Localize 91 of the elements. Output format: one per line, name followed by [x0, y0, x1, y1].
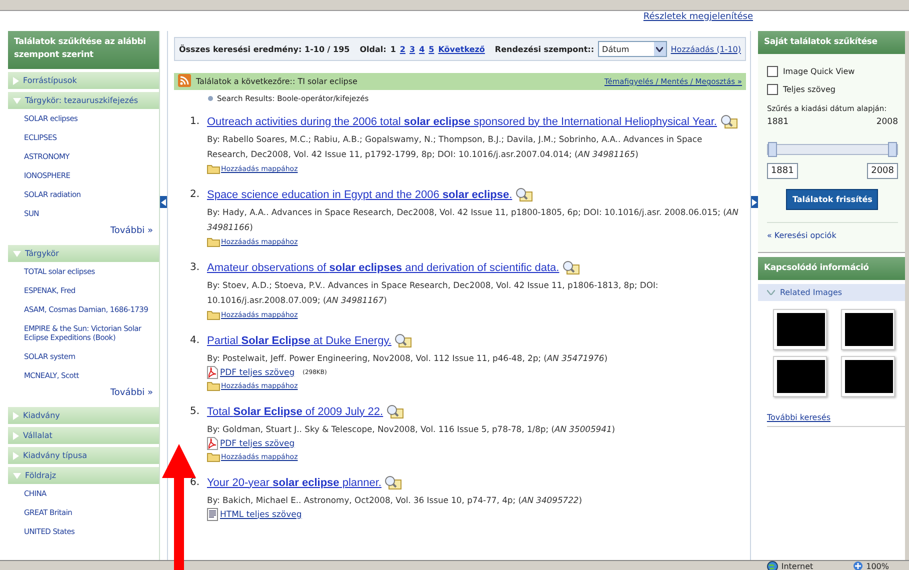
page-link[interactable]: 2 [400, 44, 406, 54]
range-min: 1881 [766, 117, 789, 127]
to-year-field[interactable]: 2008 [867, 163, 898, 179]
checkbox[interactable] [766, 66, 778, 76]
citation-text: By: Bakich, Michael E.. Astronomy, Oct2008, Vol. 36 Issue 10, p74-77, 4p; (AN 34095722) [206, 494, 584, 507]
expanded-arrow-icon [13, 250, 21, 256]
section-header[interactable]: Vállalat [8, 427, 160, 444]
page-link[interactable]: 4 [419, 44, 425, 54]
more-link[interactable]: További » [110, 226, 154, 236]
expanded-arrow-icon [13, 472, 21, 478]
citation-text: By: Goldman, Stuart J.. Sky & Telescope, Nov2008, Vol. 116 Issue 5, p78-78, 1/8p; (AN 35005941) [206, 423, 616, 436]
checkbox-label: Teljes szöveg [782, 84, 836, 94]
slider-handle[interactable] [768, 142, 777, 157]
citation-text: By: Postelwait, Jeff. Power Engineering, Nov2008, Vol. 112 Issue 11, p46-48, 2p; (AN 35471976) [206, 352, 608, 365]
photo-placeholder[interactable] [844, 313, 893, 346]
preview-magnifier-icon [384, 475, 402, 490]
pdf-file-icon [206, 437, 218, 450]
caret-icon [656, 46, 664, 52]
collapsed-arrow-icon [13, 452, 19, 460]
photo-placeholder[interactable] [776, 313, 825, 346]
section-header[interactable]: Földrajz [8, 467, 160, 484]
section-header[interactable]: Forrástípusok [8, 72, 160, 89]
result-title-link[interactable]: Amateur observations of solar eclipses and derivation of scientific data. [206, 260, 560, 274]
result-number: 2. [190, 188, 201, 202]
result-title-link[interactable]: Partial Solar Eclipse at Duke Energy. [206, 334, 392, 348]
zoom-control[interactable]: 100% [853, 561, 889, 570]
checkbox[interactable] [766, 84, 778, 94]
bullet-icon [208, 96, 213, 101]
pdf-file-icon [206, 366, 218, 379]
page-label: Oldal: [360, 44, 386, 54]
sort-dropdown[interactable]: Dátum [598, 41, 667, 57]
add-to-folder-link[interactable]: Hozzáadás (1-10) [670, 44, 741, 54]
page-link[interactable]: 3 [409, 44, 416, 54]
slider-handle[interactable] [888, 142, 897, 157]
result-number: 5. [190, 405, 201, 419]
full-text-link[interactable]: HTML teljes szöveg [220, 510, 302, 520]
folder-icon [206, 381, 220, 391]
result-number: 4. [190, 334, 201, 348]
result-title-link[interactable]: Space science education in Egypt and the 2006 solar eclipse. [206, 188, 512, 202]
folder-icon [206, 452, 220, 462]
collapsed-arrow-icon [13, 412, 19, 420]
range-max: 2008 [876, 117, 898, 127]
result-title-link[interactable]: Your 20-year solar eclipse planner. [206, 476, 382, 490]
section-header[interactable]: Tárgykör: tezauruszkifejezés [8, 92, 160, 109]
result-title-link[interactable]: Total Solar Eclipse of 2009 July 22. [206, 404, 384, 418]
preview-magnifier-icon [720, 114, 738, 129]
panel-title: Kapcsolódó információ [758, 257, 905, 280]
related-images-header[interactable]: Related Images [758, 284, 905, 301]
details-link[interactable]: Részletek megjelenítése [643, 12, 753, 22]
more-search-link[interactable]: További keresés [766, 413, 905, 427]
folder-icon [206, 237, 220, 247]
expanded-arrow-icon [13, 98, 21, 104]
section-header[interactable]: Kiadvány [8, 407, 160, 424]
next-page-link[interactable]: Következő [438, 44, 485, 54]
preview-magnifier-icon [562, 260, 580, 275]
citation-text: By: Stoev, A.D.; Stoeva, P.V.. Advances in Space Research, Dec2008, Vol. 42 Issue 11, p1806-1813, 8p; DOI: 10.1016/j.asr.2008.07.009; (AN 34981167) [206, 279, 660, 307]
citation-text: By: Hady, A.A.. Advances in Space Research, Dec2008, Vol. 42 Issue 11, p1800-1805, 6p; DOI: 10.1016/j.asr. 2008.06.015; (AN 34981166) [206, 206, 740, 234]
chevron-down-icon [766, 290, 775, 295]
status-zone: Internet [767, 560, 814, 570]
panel-title: Találatok szűkítése az alábbi szempont szerint [8, 31, 160, 69]
folder-icon [206, 164, 220, 174]
result-number: 1. [190, 115, 201, 129]
sort-label: Rendezési szempont:: [494, 44, 594, 54]
folder-icon [206, 310, 220, 320]
collapse-handle[interactable] [160, 196, 167, 208]
photo-placeholder[interactable] [776, 360, 825, 393]
result-count: Összes keresési eredmény: 1-10 / 195 [178, 44, 350, 54]
from-year-field[interactable]: 1881 [766, 163, 798, 179]
search-options-link[interactable]: « Keresési opciók [766, 231, 898, 240]
document-icon [206, 508, 218, 521]
full-text-link[interactable]: PDF teljes szöveg [220, 438, 295, 448]
more-link[interactable]: További » [110, 388, 154, 398]
preview-magnifier-icon [515, 187, 534, 202]
collapsed-arrow-icon [13, 432, 19, 440]
update-results-button[interactable]: Találatok frissítés [786, 189, 878, 210]
search-query: Találatok a következőre:: TI solar eclipse [196, 77, 358, 86]
preview-magnifier-icon [386, 404, 404, 419]
citation-text: By: Rabello Soares, M.C.; Rabiu, A.B.; Gopalswamy, N.; Thompson, B.J.; Davila, J.M.; Sobrinho, A.A.. Advances in Space Research, Dec2008, Vol. 42 Issue 11, p1792-1799, 8p; DOI: 10.1016/j.asr.2007.04.014; (AN 34981165) [206, 133, 704, 161]
collapsed-arrow-icon [13, 76, 19, 84]
photo-placeholder[interactable] [844, 360, 893, 393]
section-header[interactable]: Kiadvány típusa [8, 447, 160, 464]
preview-magnifier-icon [394, 333, 412, 348]
rss-icon[interactable] [178, 74, 191, 87]
panel-title: Saját találatok szűkítése [758, 31, 905, 54]
checkbox-label: Image Quick View [782, 66, 855, 76]
globe-icon [767, 560, 778, 570]
page-link[interactable]: 5 [428, 44, 434, 54]
result-number: 3. [190, 261, 201, 275]
result-title-link[interactable]: Outreach activities during the 2006 total solar eclipse sponsored by the International Heliophysical Year. [206, 114, 717, 128]
full-text-link[interactable]: PDF teljes szöveg [220, 368, 295, 378]
section-header[interactable]: Tárgykör [8, 245, 160, 262]
